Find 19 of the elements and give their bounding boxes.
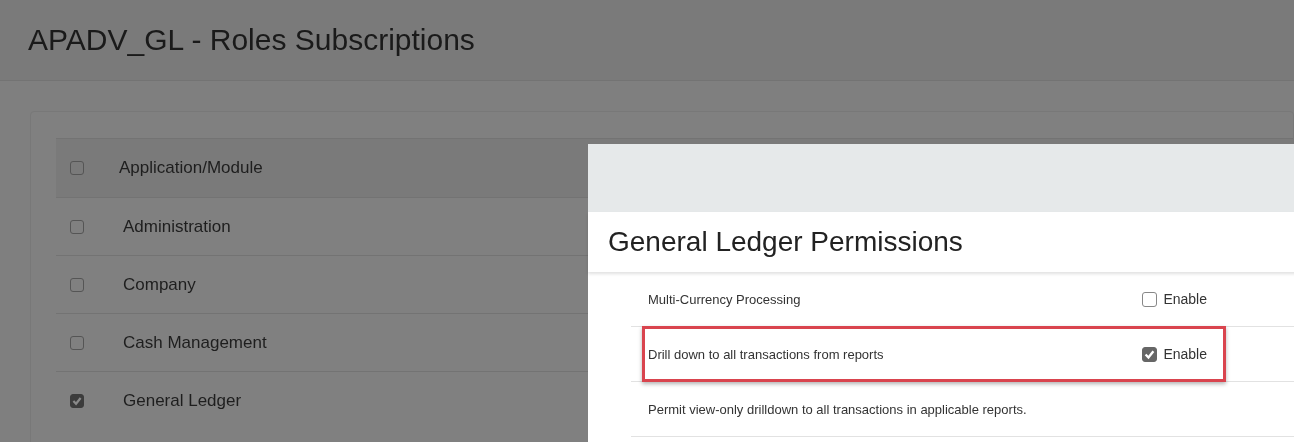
- checkbox[interactable]: [70, 335, 84, 350]
- checkbox[interactable]: [70, 219, 84, 234]
- permission-label: Multi-Currency Processing: [648, 291, 802, 307]
- permission-label: Drill down to all transactions from reports: [648, 346, 885, 362]
- checkbox-label: Enable: [1163, 291, 1207, 307]
- checkbox[interactable]: [70, 277, 84, 292]
- module-name: Cash Management: [123, 332, 267, 353]
- permission-description: Permit view-only drilldown to all transactions in applicable reports.: [648, 401, 1028, 417]
- checkbox[interactable]: [1142, 346, 1158, 362]
- checkbox[interactable]: [1142, 291, 1158, 307]
- module-name: General Ledger: [123, 390, 242, 411]
- checkbox[interactable]: [70, 393, 84, 408]
- dialog-title: General Ledger Permissions: [608, 226, 963, 258]
- checkbox-label: Enable: [1163, 346, 1207, 362]
- module-name: Company: [123, 274, 196, 295]
- page-title: APADV_GL - Roles Subscriptions: [28, 23, 475, 57]
- column-header: Application/Module: [119, 158, 263, 178]
- module-name: Administration: [123, 216, 231, 237]
- checkbox[interactable]: [70, 161, 84, 175]
